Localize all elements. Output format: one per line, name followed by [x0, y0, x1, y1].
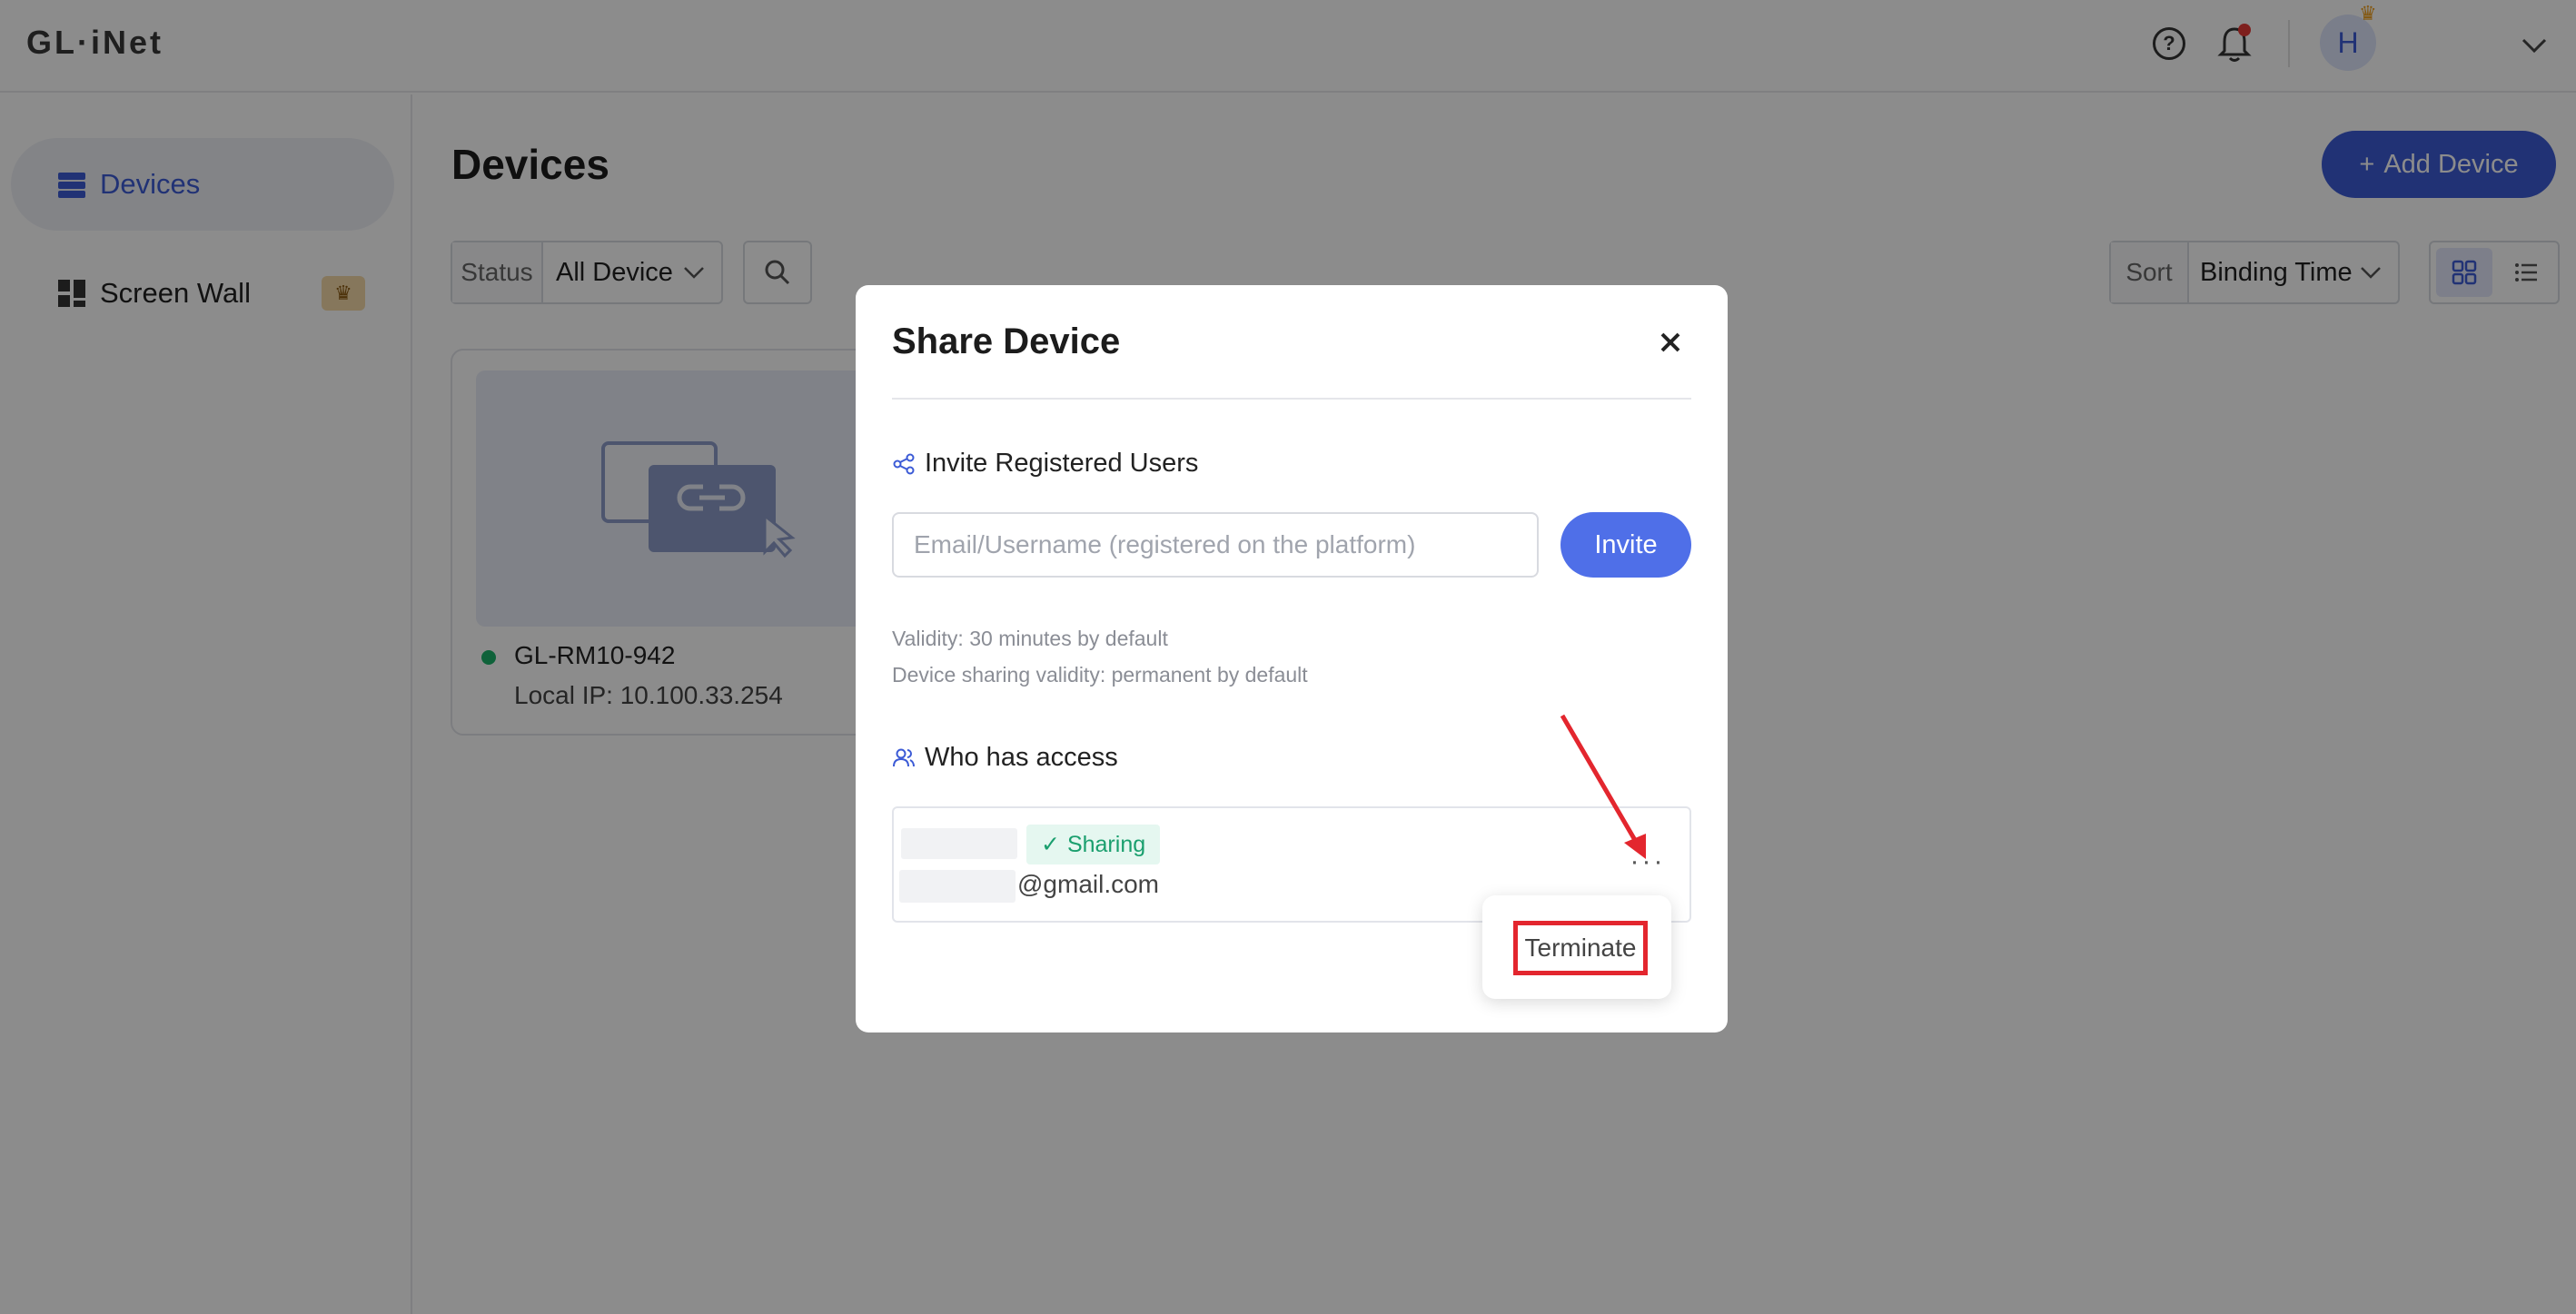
share-icon	[893, 453, 915, 474]
access-options-menu: Terminate	[1482, 895, 1671, 999]
redacted-username	[901, 828, 1017, 859]
modal-divider	[892, 398, 1691, 400]
invite-button[interactable]: Invite	[1560, 512, 1691, 578]
invite-section-label: Invite Registered Users	[925, 449, 1199, 478]
check-icon: ✓	[1041, 832, 1060, 857]
redacted-email	[899, 870, 1016, 903]
sharing-status-badge: ✓ Sharing	[1026, 825, 1161, 864]
close-icon[interactable]	[1655, 327, 1686, 358]
users-icon	[893, 748, 915, 766]
invite-section-heading: Invite Registered Users	[892, 449, 1198, 479]
terminate-menu-item[interactable]: Terminate	[1513, 921, 1648, 975]
validity-note: Validity: 30 minutes by default	[892, 627, 1168, 650]
sharing-status-label: Sharing	[1066, 831, 1146, 857]
access-section-heading: Who has access	[892, 743, 1118, 773]
email-username-input[interactable]	[892, 512, 1539, 578]
more-options-icon[interactable]: ···	[1628, 846, 1668, 876]
email-domain: @gmail.com	[1017, 870, 1160, 898]
sharing-validity-note: Device sharing validity: permanent by de…	[892, 663, 1308, 687]
app-root: GL·iNet ? H ♛ Devices Screen Wall ♛ Devi…	[0, 0, 2576, 1314]
access-section-label: Who has access	[925, 743, 1118, 772]
modal-title: Share Device	[892, 321, 1121, 361]
